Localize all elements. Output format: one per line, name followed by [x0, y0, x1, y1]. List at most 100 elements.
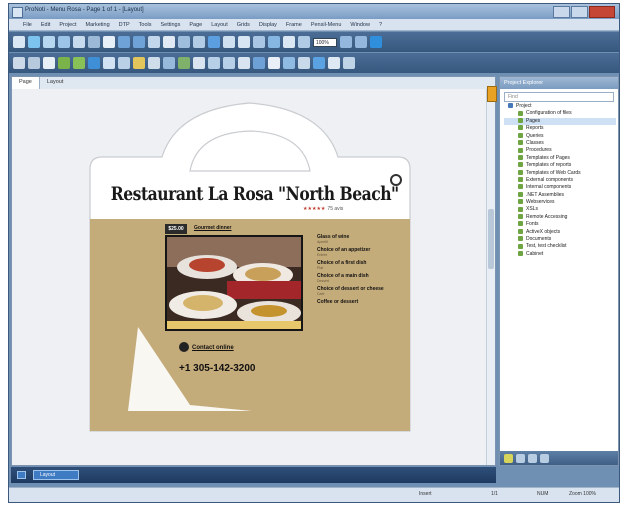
paste-icon[interactable] [103, 36, 115, 48]
design-canvas[interactable]: Restaurant La Rosa "North Beach" ★★★★★ 75… [12, 89, 487, 465]
chart-icon[interactable] [73, 57, 85, 69]
menu-item-[interactable]: ? [379, 22, 382, 28]
minimize-button[interactable] [553, 6, 570, 18]
redo-icon[interactable] [133, 36, 145, 48]
tab-page[interactable]: Page [12, 77, 40, 89]
print-icon[interactable] [58, 36, 70, 48]
find-icon[interactable] [148, 36, 160, 48]
green-image-icon[interactable] [58, 57, 70, 69]
bold-icon[interactable] [163, 57, 175, 69]
font-icon[interactable] [148, 57, 160, 69]
text-icon[interactable] [238, 36, 250, 48]
settings-icon[interactable] [343, 57, 355, 69]
zoom-select[interactable]: 100% [313, 37, 337, 47]
cut-icon[interactable] [73, 36, 85, 48]
tree-node[interactable]: Internal components [504, 184, 616, 191]
frame-icon[interactable] [28, 57, 40, 69]
mail-icon[interactable] [328, 57, 340, 69]
align-center-icon[interactable] [223, 57, 235, 69]
group-icon[interactable] [238, 57, 250, 69]
tree-node[interactable]: Classes [504, 140, 616, 147]
tree-node[interactable]: Templates of Pages [504, 155, 616, 162]
tree-node[interactable]: ActiveX objects [504, 229, 616, 236]
table-insert-icon[interactable] [103, 57, 115, 69]
window-list-icon[interactable] [17, 471, 26, 479]
menu-item-grids[interactable]: Grids [237, 22, 250, 28]
menu-item-tools[interactable]: Tools [139, 22, 152, 28]
zoom-out-icon[interactable] [340, 36, 352, 48]
refresh-icon[interactable] [516, 453, 525, 463]
folder-icon[interactable] [504, 453, 513, 463]
menu-item-page[interactable]: Page [189, 22, 202, 28]
tree-node[interactable]: Templates of reports [504, 162, 616, 169]
maximize-button[interactable] [571, 6, 588, 18]
arrange-icon[interactable] [253, 57, 265, 69]
image-icon[interactable] [223, 36, 235, 48]
tree-node[interactable]: Remote Accessing [504, 214, 616, 221]
color-icon[interactable] [133, 57, 145, 69]
zoom-in-icon[interactable] [355, 36, 367, 48]
publish-icon[interactable] [313, 57, 325, 69]
page-icon[interactable] [268, 57, 280, 69]
close-window-button[interactable] [589, 6, 615, 18]
text-frame-icon[interactable] [43, 57, 55, 69]
panel-search-input[interactable]: Find [504, 92, 614, 102]
select-icon[interactable] [13, 57, 25, 69]
close-badge-icon[interactable] [390, 174, 402, 186]
align-icon[interactable] [178, 36, 190, 48]
tree-node[interactable]: Fonts [504, 221, 616, 228]
tree-node[interactable]: Webservices [504, 199, 616, 206]
tree-node[interactable]: Configuration of files [504, 110, 616, 117]
tree-node[interactable]: Queries [504, 133, 616, 140]
help-icon[interactable] [370, 36, 382, 48]
new-icon[interactable] [13, 36, 25, 48]
menu-item-frame[interactable]: Frame [286, 22, 302, 28]
filter-icon[interactable] [528, 453, 537, 463]
menu-item-pensil-menu[interactable]: Pensil-Menu [311, 22, 342, 28]
menu-item-project[interactable]: Project [59, 22, 76, 28]
tree-node[interactable]: Pages [504, 117, 616, 126]
tree-node[interactable]: Procedures [504, 147, 616, 154]
layer-icon[interactable] [193, 36, 205, 48]
zoom-icon[interactable] [298, 36, 310, 48]
tree-node[interactable]: Cabinet [504, 251, 616, 258]
tree-node[interactable]: Templates of Web Cards [504, 170, 616, 177]
shape-icon[interactable] [268, 36, 280, 48]
grid-icon[interactable] [163, 36, 175, 48]
table-icon[interactable] [253, 36, 265, 48]
menu-item-edit[interactable]: Edit [41, 22, 50, 28]
menu-item-settings[interactable]: Settings [160, 22, 180, 28]
fill-icon[interactable] [178, 57, 190, 69]
tree-node[interactable]: Project [504, 103, 616, 110]
scroll-thumb[interactable] [488, 209, 494, 269]
menu-item-layout[interactable]: Layout [211, 22, 228, 28]
undo-icon[interactable] [118, 36, 130, 48]
preview-icon[interactable] [208, 36, 220, 48]
menu-item-dtp[interactable]: DTP [119, 22, 130, 28]
copy-icon[interactable] [88, 36, 100, 48]
barcode-icon[interactable] [118, 57, 130, 69]
align-left-icon[interactable] [208, 57, 220, 69]
open-icon[interactable] [28, 36, 40, 48]
layout-icon[interactable] [283, 57, 295, 69]
tree-node[interactable]: Documents [504, 236, 616, 243]
border-icon[interactable] [193, 57, 205, 69]
tree-node[interactable]: XSLs [504, 206, 616, 213]
restaurant-card[interactable]: Restaurant La Rosa "North Beach" ★★★★★ 75… [82, 99, 416, 439]
menu-item-window[interactable]: Window [350, 22, 370, 28]
bottom-tab-layout[interactable]: Layout [33, 470, 79, 480]
menu-item-file[interactable]: File [23, 22, 32, 28]
picture-icon[interactable] [88, 57, 100, 69]
export-icon[interactable] [298, 57, 310, 69]
save-icon[interactable] [43, 36, 55, 48]
contact-link[interactable]: Contact online [192, 345, 234, 351]
menu-item-marketing[interactable]: Marketing [85, 22, 109, 28]
tree-node[interactable]: External components [504, 177, 616, 184]
options-icon[interactable] [540, 453, 549, 463]
tab-layout[interactable]: Layout [40, 77, 71, 89]
panel-toggle-tab[interactable] [487, 86, 497, 102]
tree-node[interactable]: .NET Assemblies [504, 192, 616, 199]
vertical-scrollbar[interactable] [486, 89, 495, 465]
link-icon[interactable] [283, 36, 295, 48]
tree-node[interactable]: Test, test checklist [504, 243, 616, 250]
